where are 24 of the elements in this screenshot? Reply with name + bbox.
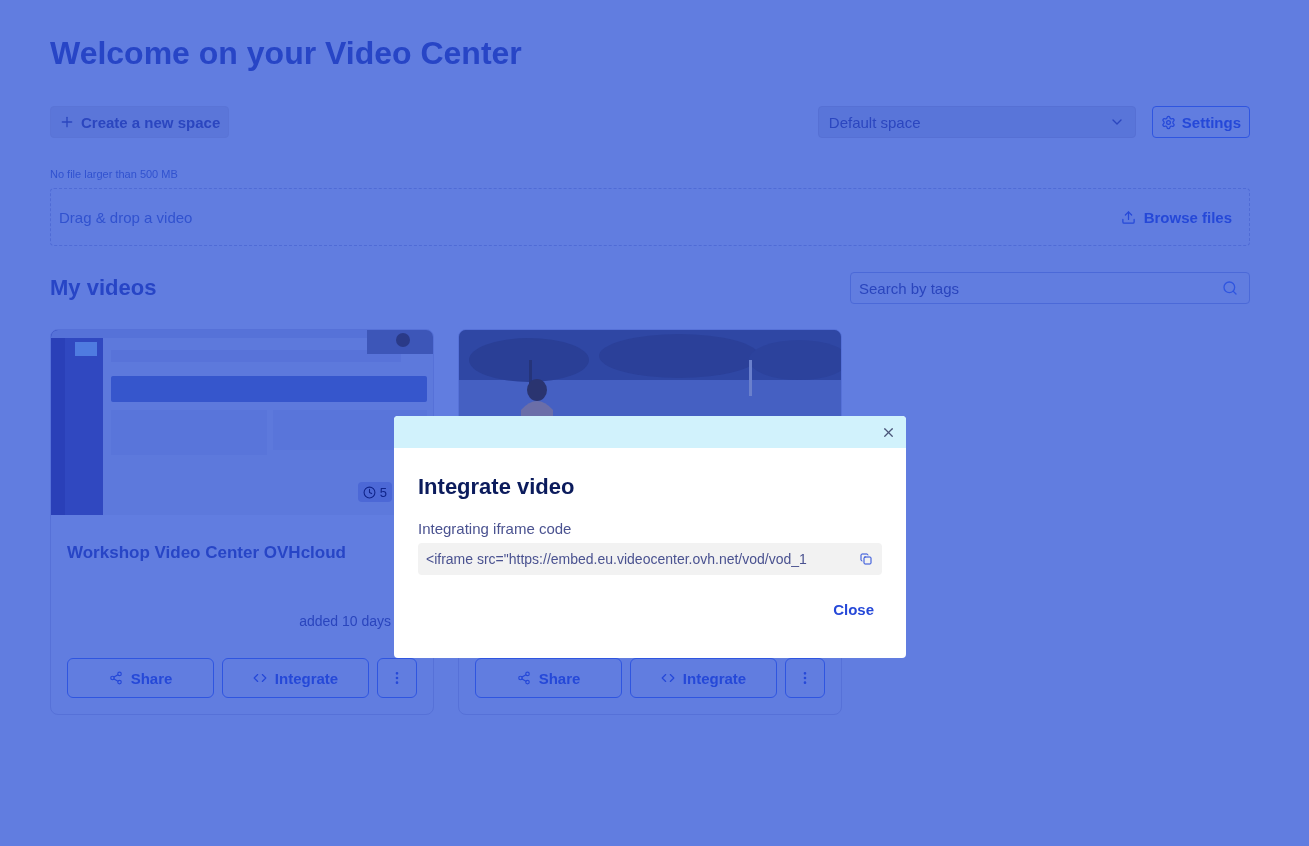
page-title: Welcome on your Video Center bbox=[50, 34, 523, 73]
dialog-title: Integrate video bbox=[418, 474, 576, 500]
integrate-button[interactable]: Integrate bbox=[222, 658, 369, 698]
settings-icon bbox=[1160, 114, 1176, 130]
search-field[interactable]: Search by tags bbox=[850, 272, 1250, 304]
browse-files-button[interactable]: Browse files bbox=[1120, 208, 1232, 226]
share-icon bbox=[108, 671, 123, 685]
copy-icon[interactable] bbox=[860, 553, 872, 565]
share-button[interactable]: Share bbox=[67, 658, 214, 698]
search-icon bbox=[1222, 280, 1238, 296]
upload-icon bbox=[1120, 209, 1136, 225]
code-icon bbox=[252, 671, 267, 685]
code-icon bbox=[660, 671, 675, 685]
field-label: Integrating iframe code bbox=[418, 520, 573, 537]
close-link[interactable]: Close bbox=[833, 601, 874, 618]
section-heading: My videos bbox=[50, 275, 157, 301]
duration-badge: 5 bbox=[357, 482, 392, 502]
settings-button[interactable]: Settings bbox=[1151, 106, 1250, 138]
clock-icon bbox=[362, 485, 376, 499]
share-icon bbox=[516, 671, 531, 685]
video-title: Workshop Video Center OVHcloud bbox=[67, 543, 346, 562]
added-date: added 10 days bbox=[299, 613, 391, 629]
code-field[interactable]: <iframe src="https://embed.eu.videocenter.ovh.net/vod/vod_1 bbox=[418, 543, 882, 575]
plus-icon bbox=[59, 114, 75, 130]
